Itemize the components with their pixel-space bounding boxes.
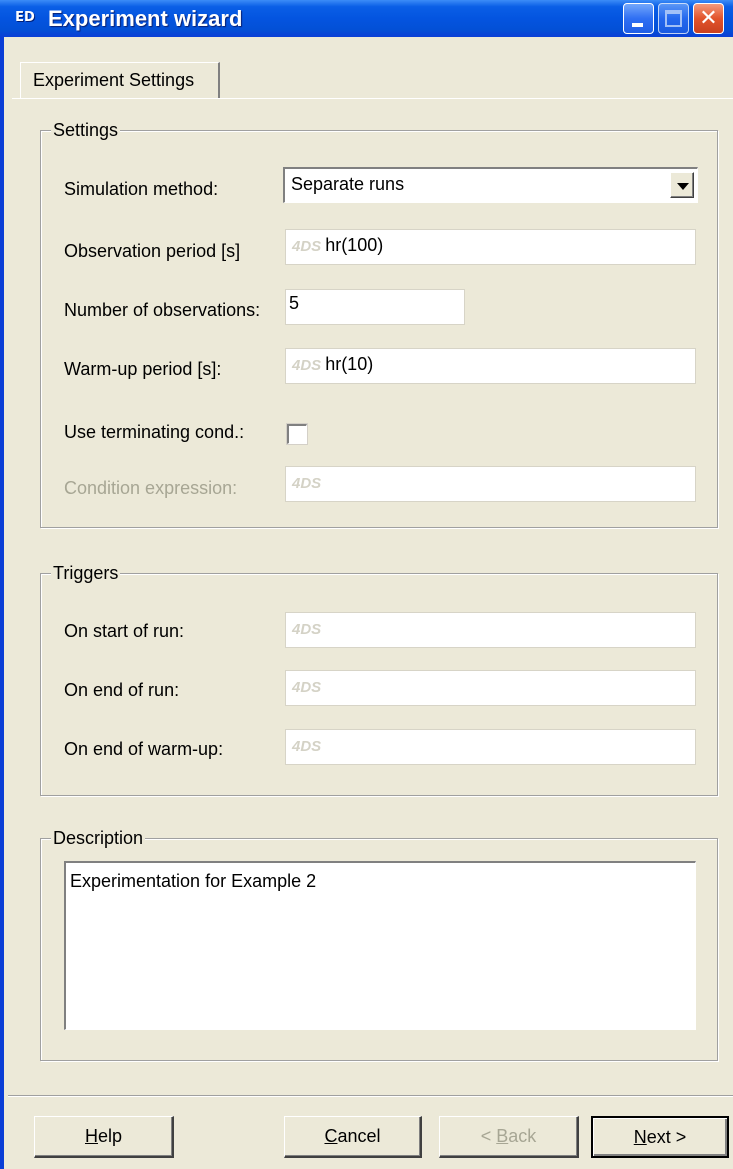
description-group-title: Description xyxy=(51,826,146,850)
help-mnemonic: H xyxy=(84,1126,98,1146)
condition-expression-input: 4DS xyxy=(285,466,696,502)
warmup-period-label: Warm-up period [s]: xyxy=(64,359,222,379)
use-terminating-cond-label: Use terminating cond.: xyxy=(64,422,245,442)
on-start-of-run-label: On start of run: xyxy=(64,621,185,641)
number-of-observations-label: Number of observations: xyxy=(64,300,261,320)
minimize-icon xyxy=(632,23,643,27)
cancel-button[interactable]: Cancel xyxy=(284,1116,422,1158)
observation-period-value: hr(100) xyxy=(325,235,384,255)
maximize-button[interactable] xyxy=(658,3,689,34)
experiment-wizard-window: ED Experiment wizard ✕ Experiment Settin… xyxy=(0,0,733,1169)
expression-prefix: 4DS xyxy=(292,738,322,755)
on-end-of-warmup-input[interactable]: 4DS xyxy=(285,729,696,765)
observation-period-label: Observation period [s] xyxy=(64,241,241,261)
help-button[interactable]: Help xyxy=(34,1116,174,1158)
next-mnemonic: N xyxy=(633,1127,647,1147)
expression-prefix: 4DS xyxy=(292,357,322,374)
help-label-rest: elp xyxy=(97,1126,123,1146)
simulation-method-select[interactable]: Separate runs xyxy=(283,167,698,203)
back-label-rest: ack xyxy=(508,1126,537,1146)
cancel-mnemonic: C xyxy=(324,1126,338,1146)
expression-prefix: 4DS xyxy=(292,475,322,492)
expression-prefix: 4DS xyxy=(292,679,322,696)
on-end-of-run-label: On end of run: xyxy=(64,680,180,700)
back-mnemonic: B xyxy=(496,1126,509,1146)
triggers-group-title: Triggers xyxy=(51,561,121,585)
on-start-of-run-input[interactable]: 4DS xyxy=(285,612,696,648)
app-icon: ED xyxy=(15,10,35,25)
settings-group-title: Settings xyxy=(51,118,121,142)
description-textarea[interactable]: Experimentation for Example 2 xyxy=(64,861,696,1030)
expression-prefix: 4DS xyxy=(292,621,322,638)
use-terminating-cond-checkbox[interactable] xyxy=(287,424,307,444)
on-end-of-run-input[interactable]: 4DS xyxy=(285,670,696,706)
next-button[interactable]: Next > xyxy=(591,1116,729,1158)
close-button[interactable]: ✕ xyxy=(693,3,724,34)
title-bar[interactable]: ED Experiment wizard ✕ xyxy=(0,0,733,37)
window-title: Experiment wizard xyxy=(48,6,243,31)
condition-expression-label: Condition expression: xyxy=(64,478,238,498)
warmup-period-input[interactable]: 4DS hr(10) xyxy=(285,348,696,384)
button-divider xyxy=(8,1095,733,1097)
close-icon: ✕ xyxy=(699,6,718,31)
tab-experiment-settings[interactable]: Experiment Settings xyxy=(20,62,220,98)
dropdown-button[interactable] xyxy=(670,172,694,198)
next-label-rest: ext > xyxy=(646,1127,687,1147)
simulation-method-label: Simulation method: xyxy=(64,179,219,199)
expression-prefix: 4DS xyxy=(292,238,322,255)
number-of-observations-input[interactable]: 5 xyxy=(285,289,465,325)
observation-period-input[interactable]: 4DS hr(100) xyxy=(285,229,696,265)
minimize-button[interactable] xyxy=(623,3,654,34)
number-of-observations-value: 5 xyxy=(289,293,300,313)
warmup-period-value: hr(10) xyxy=(325,354,374,374)
on-end-of-warmup-label: On end of warm-up: xyxy=(64,739,224,759)
simulation-method-value: Separate runs xyxy=(291,174,405,194)
back-button: < Back xyxy=(439,1116,579,1158)
cancel-label-rest: ancel xyxy=(337,1126,381,1146)
back-label-pre: < xyxy=(480,1126,497,1146)
maximize-icon xyxy=(665,10,682,27)
chevron-down-icon xyxy=(677,183,689,190)
